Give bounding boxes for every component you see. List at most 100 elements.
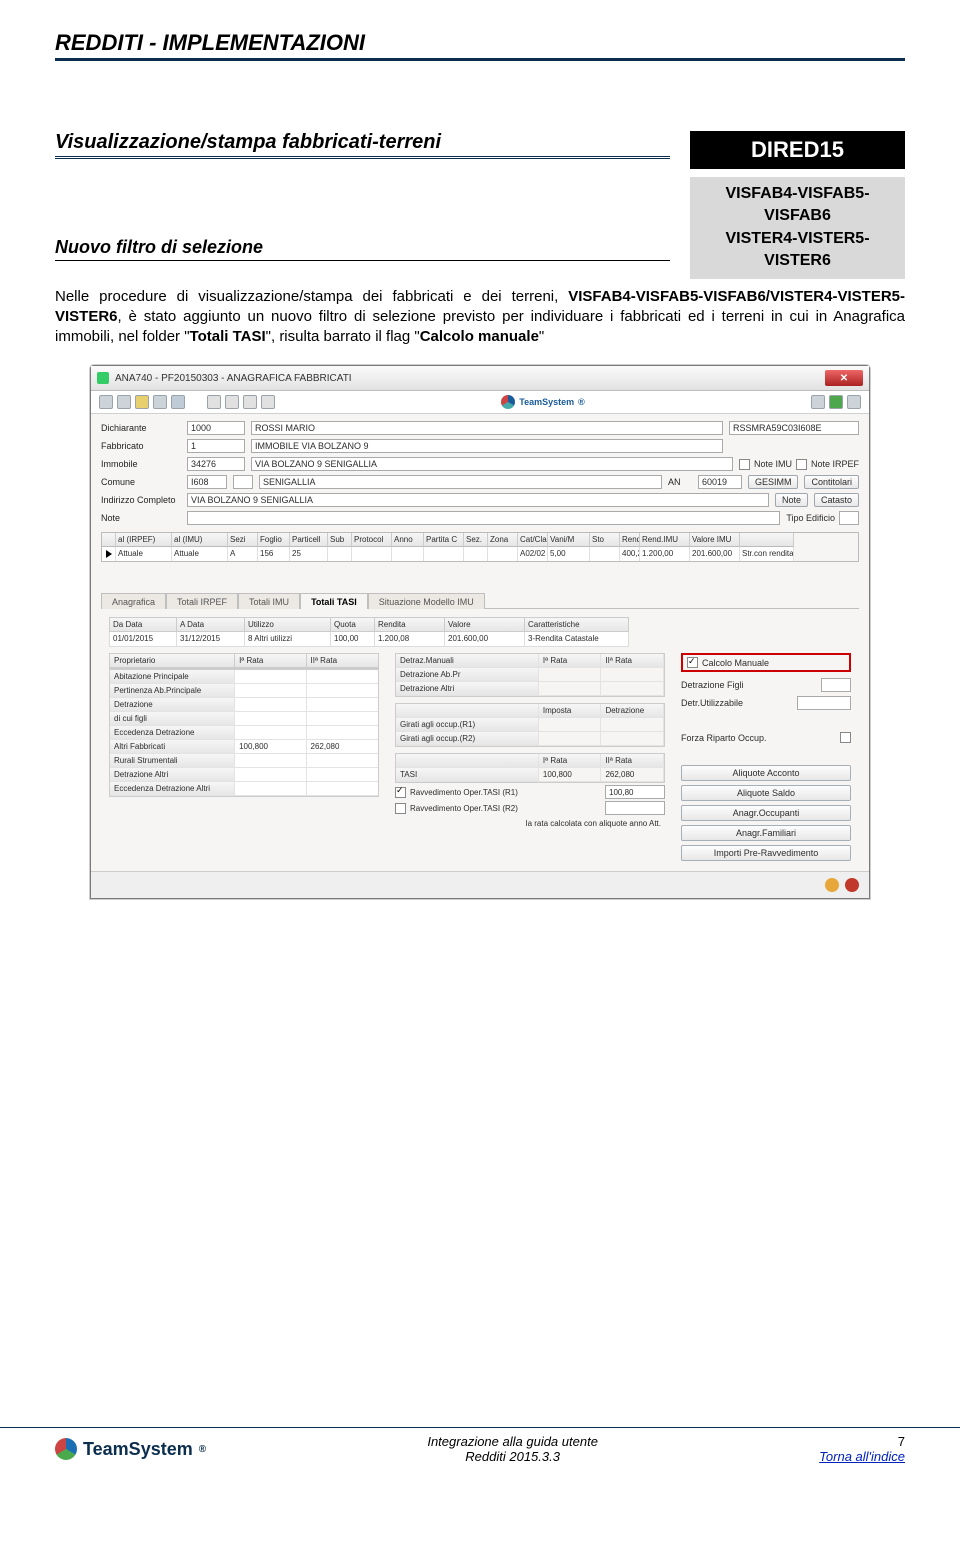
table-header-cell: Detraz.Manuali (396, 654, 539, 668)
grid-header-cell: Sezi (228, 533, 258, 547)
tasi-grid: Iª RataIIª RataTASI100,800262,080 (395, 753, 665, 783)
catasto-button[interactable]: Catasto (814, 493, 859, 507)
print-icon[interactable] (171, 395, 185, 409)
table-cell: di cui figli (110, 712, 235, 726)
an[interactable]: 60019 (698, 475, 742, 489)
tasi-left-table: Abitazione PrincipalePertinenza Ab.Princ… (109, 669, 379, 797)
subgrid-header-cell: Valore (445, 617, 525, 632)
detraz-figli[interactable] (821, 678, 851, 692)
help-icon[interactable] (825, 878, 839, 892)
fabbricato-desc[interactable]: IMMOBILE VIA BOLZANO 9 (251, 439, 723, 453)
table-cell (307, 698, 378, 712)
note-field[interactable] (187, 511, 780, 525)
grid-cell: Str.con rendita (740, 547, 794, 561)
side-button[interactable]: Aliquote Acconto (681, 765, 851, 781)
table-header-cell: Iª Rata (235, 654, 306, 668)
comune-sub[interactable] (233, 475, 253, 489)
side-button[interactable]: Anagr.Familiari (681, 825, 851, 841)
detr-util[interactable] (797, 696, 851, 710)
tab[interactable]: Totali IMU (238, 593, 300, 609)
table-header-cell: Iª Rata (539, 654, 602, 668)
brand-logo-icon (501, 395, 515, 409)
codfisc[interactable]: RSSMRA59C03I608E (729, 421, 859, 435)
grid-cell: 156 (258, 547, 290, 561)
side-button[interactable]: Aliquote Saldo (681, 785, 851, 801)
subgrid-header-cell: Caratteristiche (525, 617, 629, 632)
comune-desc[interactable]: SENIGALLIA (259, 475, 662, 489)
table-cell (601, 732, 664, 746)
dichiarante-name[interactable]: ROSSI MARIO (251, 421, 723, 435)
next-icon[interactable] (243, 395, 257, 409)
grid-cell: A (228, 547, 258, 561)
side-button[interactable]: Anagr.Occupanti (681, 805, 851, 821)
tab[interactable]: Anagrafica (101, 593, 166, 609)
subgrid-row[interactable]: 01/01/201531/12/20158 Altri utilizzi100,… (109, 632, 629, 647)
gesimm-button[interactable]: GESIMM (748, 475, 799, 489)
contitolari-button[interactable]: Contitolari (804, 475, 859, 489)
dichiarante-code[interactable]: 1000 (187, 421, 245, 435)
label: Ravvedimento Oper.TASI (R2) (410, 804, 518, 813)
last-icon[interactable] (261, 395, 275, 409)
ravvedimento-row: Ravvedimento Oper.TASI (R1) 100,80 (395, 785, 665, 799)
grid-row[interactable]: AttualeAttualeA15625A02/025,00400,251.20… (102, 547, 858, 561)
value[interactable]: 100,80 (605, 785, 665, 799)
table-cell (539, 732, 602, 746)
note-button[interactable]: Note (775, 493, 808, 507)
table-header-cell: IIª Rata (307, 654, 378, 668)
immobile-desc[interactable]: VIA BOLZANO 9 SENIGALLIA (251, 457, 733, 471)
calcolo-manuale-checkbox[interactable] (687, 657, 698, 668)
grid-cell: Attuale (116, 547, 172, 561)
tool-icon[interactable] (847, 395, 861, 409)
label-comune: Comune (101, 477, 181, 487)
table-cell: Detrazione Altri (110, 768, 235, 782)
brand-label: TeamSystem (519, 397, 574, 407)
checkbox[interactable] (395, 787, 406, 798)
table-header-cell: Imposta (539, 704, 602, 718)
table-cell (307, 754, 378, 768)
table-cell (539, 682, 602, 696)
label: Ravvedimento Oper.TASI (R1) (410, 788, 518, 797)
forza-checkbox[interactable] (840, 732, 851, 743)
ravvedimento-row: Ravvedimento Oper.TASI (R2) (395, 801, 665, 815)
noteirpef-checkbox[interactable] (796, 459, 807, 470)
tool-icon[interactable] (117, 395, 131, 409)
window-close-button[interactable]: ✕ (825, 370, 863, 386)
star-icon[interactable] (135, 395, 149, 409)
prev-icon[interactable] (225, 395, 239, 409)
side-button[interactable]: Importi Pre-Ravvedimento (681, 845, 851, 861)
tool-icon[interactable] (811, 395, 825, 409)
tab[interactable]: Totali TASI (300, 593, 368, 609)
grid-cell: 1.200,00 (640, 547, 690, 561)
comune-code[interactable]: I608 (187, 475, 227, 489)
tool-icon[interactable] (99, 395, 113, 409)
calcolo-manuale-box[interactable]: Calcolo Manuale (681, 653, 851, 672)
back-to-index-link[interactable]: Torna all'indice (819, 1449, 905, 1464)
first-icon[interactable] (207, 395, 221, 409)
tab[interactable]: Situazione Modello IMU (368, 593, 485, 609)
table-cell (235, 726, 306, 740)
table-row: di cui figli (110, 712, 378, 726)
subgrid-cell: 1.200,08 (375, 632, 445, 647)
tipoedif[interactable] (839, 511, 859, 525)
noteimu-checkbox[interactable] (739, 459, 750, 470)
grid-cell (102, 547, 116, 561)
grid-cell (328, 547, 352, 561)
subgrid-cell: 8 Altri utilizzi (245, 632, 331, 647)
checkbox[interactable] (395, 803, 406, 814)
tab[interactable]: Totali IRPEF (166, 593, 238, 609)
app-window: ANA740 - PF20150303 - ANAGRAFICA FABBRIC… (90, 365, 870, 899)
table-cell (307, 684, 378, 698)
tool-icon[interactable] (153, 395, 167, 409)
grid-header-cell: Partita C (424, 533, 464, 547)
subgrid-cell: 201.600,00 (445, 632, 525, 647)
fabbricato-num[interactable]: 1 (187, 439, 245, 453)
grid-header: al (IRPEF)al (IMU)SeziFoglioParticellSub… (102, 533, 858, 547)
table-cell: Girati agli occup.(R2) (396, 732, 539, 746)
add-icon[interactable] (829, 395, 843, 409)
indirizzo[interactable]: VIA BOLZANO 9 SENIGALLIA (187, 493, 769, 507)
table-cell: 100,800 (235, 740, 306, 754)
immobile-num[interactable]: 34276 (187, 457, 245, 471)
close-icon[interactable] (845, 878, 859, 892)
value[interactable] (605, 801, 665, 815)
page-number: 7 (819, 1434, 905, 1449)
